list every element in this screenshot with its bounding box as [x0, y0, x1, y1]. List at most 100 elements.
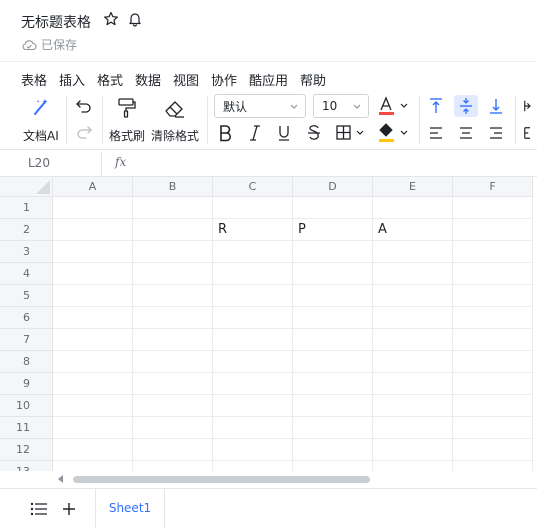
cell-a2[interactable]	[53, 219, 133, 241]
cell-a1[interactable]	[53, 197, 133, 219]
formula-input[interactable]	[140, 151, 537, 176]
cell-e5[interactable]	[373, 285, 453, 307]
cell-b1[interactable]	[133, 197, 213, 219]
row-header-8[interactable]: 8	[0, 351, 53, 373]
cell-b6[interactable]	[133, 307, 213, 329]
cell-a4[interactable]	[53, 263, 133, 285]
row-header-5[interactable]: 5	[0, 285, 53, 307]
border-button[interactable]	[335, 122, 369, 144]
cell-c13[interactable]	[213, 461, 293, 471]
fill-color-button[interactable]	[377, 122, 411, 144]
row-header-1[interactable]: 1	[0, 197, 53, 219]
cell-f12[interactable]	[453, 439, 533, 461]
align-right-button[interactable]	[486, 122, 506, 144]
cell-e6[interactable]	[373, 307, 453, 329]
cell-f9[interactable]	[453, 373, 533, 395]
strikethrough-button[interactable]	[304, 122, 324, 144]
cell-a10[interactable]	[53, 395, 133, 417]
row-header-9[interactable]: 9	[0, 373, 53, 395]
cell-e8[interactable]	[373, 351, 453, 373]
cell-c3[interactable]	[213, 241, 293, 263]
cell-d9[interactable]	[293, 373, 373, 395]
font-color-button[interactable]	[377, 95, 411, 117]
cell-d13[interactable]	[293, 461, 373, 471]
row-header-4[interactable]: 4	[0, 263, 53, 285]
cell-a7[interactable]	[53, 329, 133, 351]
cell-c12[interactable]	[213, 439, 293, 461]
align-left-button[interactable]	[426, 122, 446, 144]
cell-d3[interactable]	[293, 241, 373, 263]
cell-c2[interactable]: R	[213, 219, 293, 241]
cell-d11[interactable]	[293, 417, 373, 439]
cell-b8[interactable]	[133, 351, 213, 373]
cell-d12[interactable]	[293, 439, 373, 461]
cell-c6[interactable]	[213, 307, 293, 329]
menu-item-help[interactable]: 帮助	[300, 70, 326, 89]
cell-c11[interactable]	[213, 417, 293, 439]
align-center-button[interactable]	[456, 122, 476, 144]
menu-item-table[interactable]: 表格	[21, 70, 47, 89]
redo-button[interactable]	[74, 122, 94, 142]
cell-e7[interactable]	[373, 329, 453, 351]
merge-cells-button[interactable]	[523, 95, 537, 117]
cell-d4[interactable]	[293, 263, 373, 285]
menu-item-collab[interactable]: 协作	[211, 70, 237, 89]
italic-button[interactable]	[245, 122, 265, 144]
clear-format-button[interactable]	[163, 96, 187, 120]
cell-e2[interactable]: A	[373, 219, 453, 241]
cell-b4[interactable]	[133, 263, 213, 285]
column-header-a[interactable]: A	[53, 177, 133, 197]
cell-c5[interactable]	[213, 285, 293, 307]
cell-b9[interactable]	[133, 373, 213, 395]
menu-item-insert[interactable]: 插入	[59, 70, 85, 89]
cell-c10[interactable]	[213, 395, 293, 417]
row-header-3[interactable]: 3	[0, 241, 53, 263]
spreadsheet-grid[interactable]: ABCDEF12RPA345678910111213	[0, 177, 537, 471]
row-header-2[interactable]: 2	[0, 219, 53, 241]
row-header-6[interactable]: 6	[0, 307, 53, 329]
cell-b2[interactable]	[133, 219, 213, 241]
cell-c9[interactable]	[213, 373, 293, 395]
cell-b5[interactable]	[133, 285, 213, 307]
column-header-e[interactable]: E	[373, 177, 453, 197]
cell-c7[interactable]	[213, 329, 293, 351]
row-header-7[interactable]: 7	[0, 329, 53, 351]
cell-b10[interactable]	[133, 395, 213, 417]
row-header-12[interactable]: 12	[0, 439, 53, 461]
cell-f8[interactable]	[453, 351, 533, 373]
row-header-10[interactable]: 10	[0, 395, 53, 417]
cell-e13[interactable]	[373, 461, 453, 471]
cell-a8[interactable]	[53, 351, 133, 373]
cell-d6[interactable]	[293, 307, 373, 329]
cell-d2[interactable]: P	[293, 219, 373, 241]
wrap-text-button[interactable]	[523, 122, 537, 144]
cell-f1[interactable]	[453, 197, 533, 219]
add-sheet-button[interactable]	[60, 500, 78, 518]
scrollbar-thumb[interactable]	[73, 476, 370, 483]
cell-e9[interactable]	[373, 373, 453, 395]
font-size-select[interactable]: 10	[313, 94, 369, 118]
column-header-c[interactable]: C	[213, 177, 293, 197]
cell-f10[interactable]	[453, 395, 533, 417]
cell-e3[interactable]	[373, 241, 453, 263]
document-title[interactable]: 无标题表格	[21, 12, 91, 32]
menu-item-data[interactable]: 数据	[135, 70, 161, 89]
cell-reference-box[interactable]: L20	[0, 151, 102, 176]
row-header-13[interactable]: 13	[0, 461, 53, 471]
cell-f4[interactable]	[453, 263, 533, 285]
sheet-list-button[interactable]	[30, 500, 48, 518]
cell-b3[interactable]	[133, 241, 213, 263]
column-header-f[interactable]: F	[453, 177, 533, 197]
cell-b7[interactable]	[133, 329, 213, 351]
bold-button[interactable]	[215, 122, 235, 144]
cell-c1[interactable]	[213, 197, 293, 219]
cell-f2[interactable]	[453, 219, 533, 241]
doc-ai-button[interactable]	[30, 96, 52, 118]
scroll-left-arrow-icon[interactable]	[58, 475, 63, 483]
cell-d8[interactable]	[293, 351, 373, 373]
undo-button[interactable]	[74, 96, 94, 116]
cell-d1[interactable]	[293, 197, 373, 219]
cell-f5[interactable]	[453, 285, 533, 307]
align-middle-button[interactable]	[454, 95, 478, 117]
horizontal-scrollbar[interactable]	[53, 471, 537, 488]
